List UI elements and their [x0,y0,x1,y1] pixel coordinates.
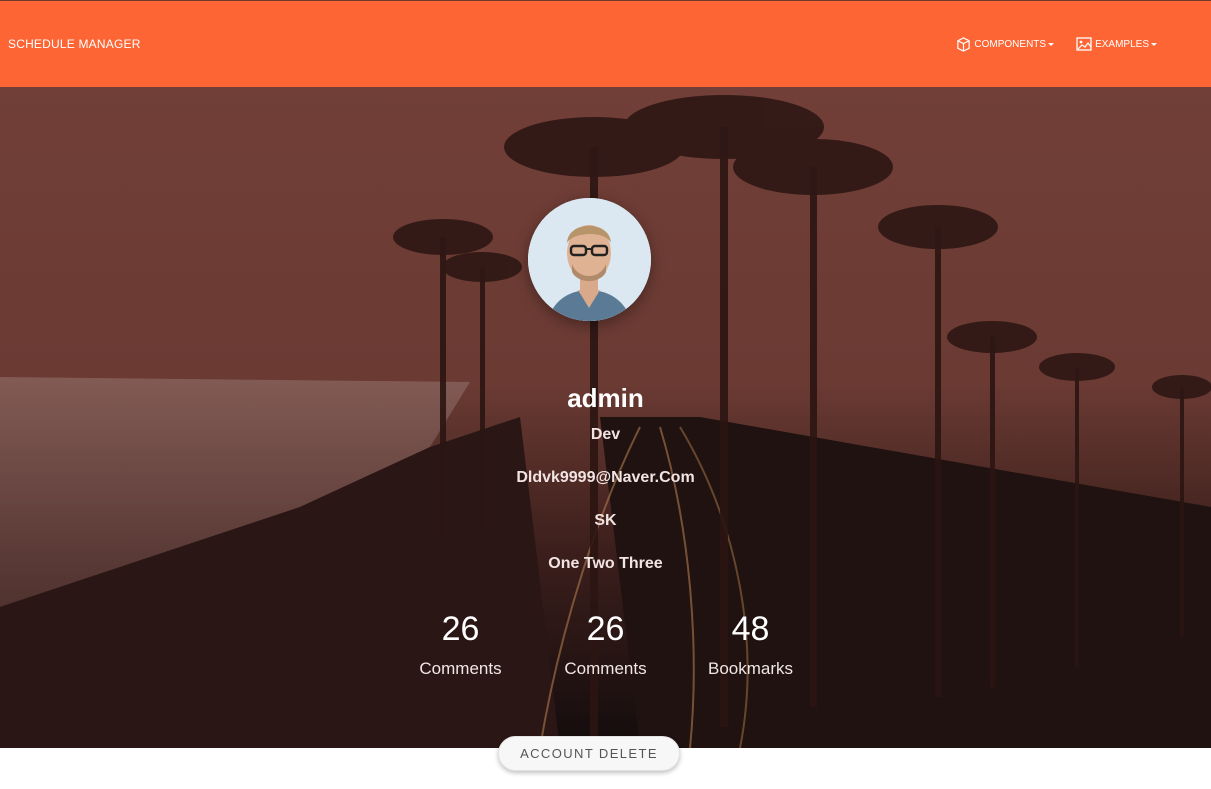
cube-icon [957,36,971,52]
brand-link[interactable]: SCHEDULE MANAGER [8,37,141,51]
stat-value: 26 [441,610,480,648]
nav-links: COMPONENTS EXAMPLES [956,36,1157,52]
stat-bookmarks: 48 Bookmarks [678,609,823,679]
examples-dropdown[interactable]: EXAMPLES [1076,37,1157,51]
examples-label: EXAMPLES [1095,38,1149,50]
stat-comments: 26 Comments [533,609,678,679]
stat-label: Comments [564,659,647,678]
image-icon [1076,37,1092,51]
components-label: COMPONENTS [974,38,1047,50]
account-delete-button[interactable]: ACCOUNT DELETE [498,736,680,771]
profile-stats: 26 Comments 26 Comments 48 Bookmarks [0,609,1211,679]
top-navbar: SCHEDULE MANAGER COMPONENTS EXAMPLES [0,0,1211,87]
stat-label: Comments [419,659,502,678]
stat-value: 26 [586,610,625,648]
profile-name: admin [567,383,644,413]
chevron-down-icon [1048,42,1055,46]
profile-email: Dldvk9999@Naver.Com [516,469,695,486]
stat-value: 48 [731,610,770,648]
profile-hero: admin Dev Dldvk9999@Naver.Com SK One Two… [0,87,1211,748]
components-dropdown[interactable]: COMPONENTS [956,36,1055,52]
profile-address: One Two Three [548,555,663,572]
profile-company: SK [594,512,617,529]
user-photo [528,198,651,321]
stat-comments: 26 Comments [388,609,533,679]
chevron-down-icon [1151,42,1157,46]
avatar [528,198,651,321]
stat-label: Bookmarks [707,659,794,678]
profile-role: Dev [590,426,621,443]
